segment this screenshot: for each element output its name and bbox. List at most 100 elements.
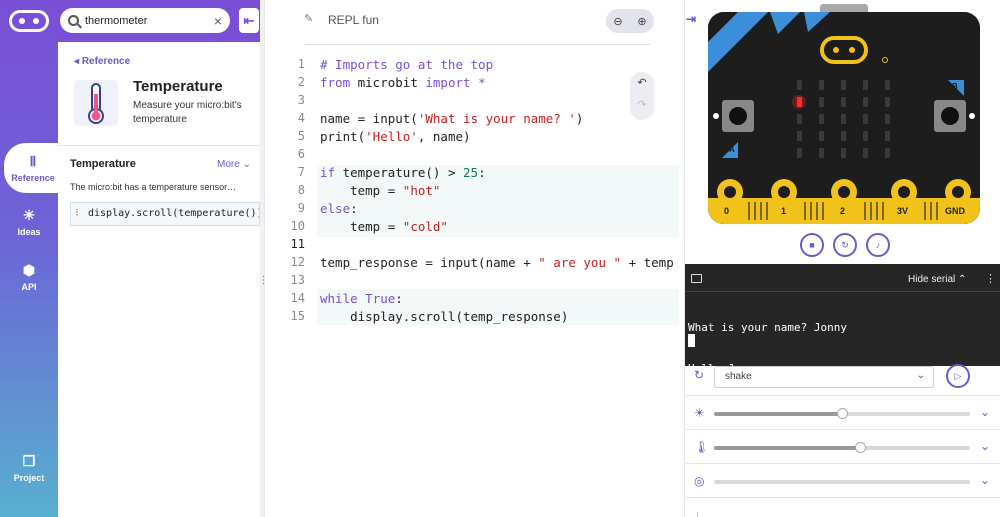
chevron-down-icon[interactable]: ⌄: [980, 473, 990, 487]
slider-handle[interactable]: [854, 442, 866, 453]
chevron-down-icon[interactable]: ⌄: [980, 405, 990, 419]
reference-back-label: Reference: [81, 56, 131, 67]
code-line[interactable]: temp = "cold": [320, 219, 448, 234]
more-button[interactable]: More ⌄: [217, 159, 251, 170]
send-gesture-button[interactable]: ▷: [946, 364, 970, 388]
terminal-cursor: [688, 334, 695, 347]
search-value: thermometer: [85, 14, 148, 27]
search-icon: [68, 15, 79, 26]
code-line[interactable]: display.scroll(temp_response): [320, 309, 568, 324]
microbit-logo[interactable]: [9, 10, 49, 32]
rail-item-ideas[interactable]: ☀ Ideas: [0, 207, 58, 237]
code-line[interactable]: while True:: [320, 291, 403, 306]
rail-item-label: Project: [13, 473, 45, 483]
chevron-down-icon: ⌄: [916, 370, 925, 381]
more-options-icon[interactable]: ⋮: [985, 272, 996, 285]
sensor-next: ♩: [686, 498, 1000, 517]
stop-icon[interactable]: ■: [800, 233, 824, 257]
editor-header-divider: [305, 44, 650, 45]
slider-handle[interactable]: [837, 408, 848, 419]
pin-label-3v: 3V: [897, 206, 909, 216]
sensor-compass: ◎ ⌄: [686, 464, 1000, 498]
chevron-left-icon: ◂: [74, 56, 82, 67]
restart-icon[interactable]: ↻: [833, 233, 857, 257]
sound-icon[interactable]: ♪: [866, 233, 890, 257]
python-icon: ⬢: [22, 262, 36, 278]
app: Ⅱ Reference ☀ Ideas ⬢ API ❐ Project ther…: [0, 0, 1000, 517]
button-a-label: A: [729, 145, 735, 154]
sun-icon: ☀: [694, 406, 705, 420]
rail-item-label: API: [21, 282, 37, 292]
left-rail: Ⅱ Reference ☀ Ideas ⬢ API ❐ Project: [0, 0, 62, 517]
line-number: 4: [297, 111, 305, 125]
compass-slider[interactable]: [714, 480, 970, 484]
gesture-icon: ↻: [694, 368, 705, 382]
light-slider-fill: [714, 412, 842, 416]
search-input[interactable]: thermometer ×: [60, 8, 230, 33]
code-line[interactable]: else:: [320, 201, 358, 216]
line-number: 5: [297, 129, 305, 143]
pencil-icon[interactable]: ✎: [304, 12, 313, 25]
drag-handle-icon[interactable]: ⠇: [75, 203, 82, 225]
line-number: 11: [290, 237, 305, 251]
light-slider[interactable]: [714, 408, 970, 419]
code-snippet-text: display.scroll(temperature()): [88, 208, 260, 219]
button-b[interactable]: [934, 100, 968, 134]
line-number: 8: [297, 183, 305, 197]
pin-label-1: 1: [781, 206, 787, 216]
serial-header: Hide serial ⌃ ⋮: [685, 264, 1000, 292]
undo-icon[interactable]: ↶: [630, 72, 654, 94]
code-line[interactable]: from microbit import *: [320, 75, 486, 90]
hide-serial-button[interactable]: Hide serial ⌃: [908, 274, 966, 285]
zoom-in-icon[interactable]: ⊕: [637, 15, 646, 28]
chevron-down-icon: ⌄: [239, 159, 251, 170]
line-number: 12: [290, 255, 305, 269]
sensor-light: ☀ ⌄: [686, 396, 1000, 430]
code-line[interactable]: temp_response = input(name + " are you "…: [320, 255, 674, 270]
code-line[interactable]: # Imports go at the top: [320, 57, 493, 72]
redo-icon[interactable]: ↷: [630, 94, 654, 116]
section-title: Temperature: [70, 158, 136, 170]
chevron-up-icon: ⌃: [955, 274, 967, 285]
line-number: 13: [290, 273, 305, 287]
pin-label-gnd: GND: [945, 206, 965, 216]
collapse-simulator-icon[interactable]: ⇥: [686, 12, 696, 26]
code-line[interactable]: temp = "hot": [320, 183, 440, 198]
rail-item-reference[interactable]: Ⅱ Reference: [4, 143, 62, 193]
line-number: 2: [297, 75, 305, 89]
line-number: 14: [290, 291, 305, 305]
rail-item-project[interactable]: ❐ Project: [0, 453, 58, 483]
divider: [58, 145, 260, 146]
project-name[interactable]: REPL fun: [328, 13, 379, 27]
serial-panel[interactable]: Hide serial ⌃ ⋮ What is your name? Jonny…: [685, 264, 1000, 415]
terminal-icon: [691, 274, 702, 283]
gesture-select[interactable]: shake ⌄: [714, 366, 934, 388]
lightbulb-icon: ☀: [22, 207, 36, 223]
zoom-controls: ⊖ ⊕: [606, 9, 654, 33]
rail-item-label: Reference: [11, 173, 55, 183]
rail-item-api[interactable]: ⬢ API: [0, 262, 58, 292]
code-line[interactable]: if temperature() > 25:: [320, 165, 486, 180]
line-number: 7: [297, 165, 305, 179]
sound-level-icon: ♩: [694, 508, 706, 517]
button-a[interactable]: [722, 100, 756, 134]
more-label: More: [217, 159, 240, 170]
reference-back-link[interactable]: ◂ Reference: [74, 56, 130, 67]
zoom-out-icon[interactable]: ⊖: [613, 15, 622, 28]
pin-label-2: 2: [840, 206, 846, 216]
line-number: 15: [290, 309, 305, 323]
thermometer-icon: 🌡: [694, 440, 710, 454]
line-number: 3: [297, 93, 305, 107]
gesture-value: shake: [725, 371, 752, 382]
code-line[interactable]: print('Hello', name): [320, 129, 471, 144]
temperature-slider[interactable]: [714, 442, 970, 453]
code-snippet[interactable]: ⠇ display.scroll(temperature()): [70, 202, 260, 226]
collapse-sidebar-button[interactable]: ⇤: [239, 8, 259, 33]
line-number: 9: [297, 201, 305, 215]
reference-description: Measure your micro:bit's temperature: [133, 100, 242, 125]
close-icon[interactable]: ×: [214, 13, 222, 29]
chevron-down-icon[interactable]: ⌄: [980, 439, 990, 453]
undo-redo-controls: ↶ ↷: [630, 72, 654, 120]
line-number: 10: [290, 219, 305, 233]
code-line[interactable]: name = input('What is your name? '): [320, 111, 583, 126]
